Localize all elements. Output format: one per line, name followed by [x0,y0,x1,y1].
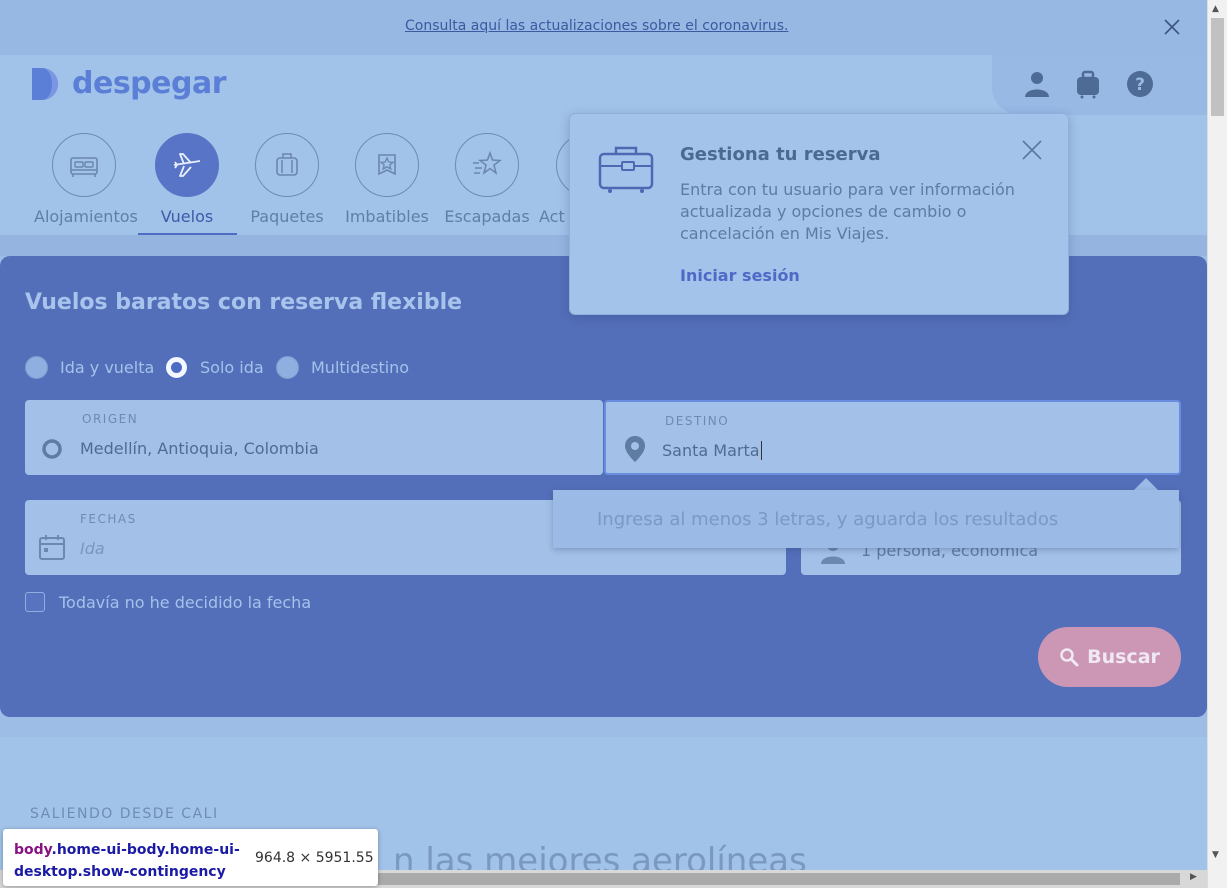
radio-multidestino[interactable]: Multidestino [276,355,409,379]
undecided-date-checkbox[interactable]: Todavía no he decidido la fecha [25,592,311,612]
nav-item-imbatibles[interactable]: Imbatibles [337,133,437,226]
destination-value: Santa Marta [662,441,762,460]
nav-item-actividades[interactable]: Act [530,133,570,226]
coronavirus-banner-link[interactable]: Consulta aquí las actualizaciones sobre … [405,18,788,34]
nav-label: Vuelos [160,207,214,226]
search-button-label: Buscar [1087,646,1160,668]
radio-label: Solo ida [200,357,264,377]
tooltip-dimensions: 964.8 × 5951.55 [255,850,374,866]
popover-text: Entra con tu usuario para ver informació… [680,180,1015,243]
radio-label: Ida y vuelta [60,357,155,377]
coronavirus-banner: Consulta aquí las actualizaciones sobre … [0,0,1207,55]
briefcase-icon [598,144,654,198]
search-button[interactable]: Buscar [1038,627,1181,687]
dates-placeholder: Ida [80,539,105,558]
header-icons: ? [992,55,1207,115]
origin-label: ORIGEN [82,412,139,426]
nav-label: Act [539,207,565,226]
scroll-right-icon[interactable]: ▶ [1190,872,1197,882]
suitcase-icon[interactable] [1073,69,1103,99]
radio-solo-ida[interactable]: Solo ida [165,355,264,379]
nav-circle [455,133,519,197]
radio-circle [165,355,188,379]
nav-item-alojamientos[interactable]: Alojamientos [34,133,138,226]
manage-booking-popover: Gestiona tu reserva Entra con tu usuario… [569,113,1069,315]
scrollbar-thumb[interactable] [1211,18,1224,116]
help-icon[interactable]: ? [1125,69,1155,99]
nav-label: Paquetes [250,207,324,226]
search-title: Vuelos baratos con reserva flexible [25,290,463,315]
user-icon[interactable] [1022,69,1052,99]
radio-circle [276,355,299,379]
nav-item-paquetes[interactable]: Paquetes [237,133,337,226]
vertical-scrollbar[interactable]: ▲ ▼ [1207,0,1227,888]
destination-suggestions: Ingresa al menos 3 letras, y aguarda los… [553,490,1179,548]
radio-circle [25,355,48,379]
dates-label: FECHAS [80,512,137,526]
popover-title: Gestiona tu reserva [680,144,881,165]
origin-field[interactable]: ORIGEN Medellín, Antioquia, Colombia [25,400,603,475]
destination-field[interactable]: DESTINO Santa Marta [604,400,1181,475]
search-icon [1060,648,1079,667]
radio-label: Multidestino [311,357,410,377]
origin-circle-icon [41,438,63,464]
calendar-icon [38,533,66,565]
search-panel: Vuelos baratos con reserva flexible [0,256,1207,717]
tooltip-selector: body.home-ui-body.home-ui-desktop.show-c… [14,839,254,883]
location-pin-icon [624,435,646,467]
svg-text:?: ? [1135,75,1145,95]
origin-value: Medellín, Antioquia, Colombia [80,439,319,458]
nav-label: Alojamientos [34,207,138,226]
nav-circle [556,133,570,197]
nav-label: Imbatibles [345,207,429,226]
nav-item-vuelos[interactable]: Vuelos [137,133,237,226]
destination-label: DESTINO [665,414,730,428]
checkbox-box [25,592,45,612]
radio-ida-y-vuelta[interactable]: Ida y vuelta [25,355,154,379]
nav-label: Escapadas [444,207,530,226]
devtools-inspect-tooltip: body.home-ui-body.home-ui-desktop.show-c… [3,829,378,886]
despegar-logo-icon [32,68,58,100]
nav-circle [355,133,419,197]
scroll-down-icon[interactable]: ▼ [1212,850,1219,860]
nav-circle [52,133,116,197]
plane-icon [173,153,201,177]
tooltip-tag: body [14,842,52,858]
logo-text: despegar [72,66,227,101]
close-icon[interactable] [1020,138,1044,162]
checkbox-label: Todavía no he decidido la fecha [59,592,312,612]
star-speed-icon [473,150,503,175]
section-label: SALIENDO DESDE CALI [30,806,219,822]
close-icon[interactable] [1162,17,1182,37]
scroll-up-icon[interactable]: ▲ [1212,4,1219,14]
logo[interactable]: despegar [30,67,227,101]
badge-star-icon [378,154,396,176]
nav-circle [155,133,219,197]
nav-item-escapadas[interactable]: Escapadas [437,133,537,226]
luggage-icon [276,153,298,176]
suggestion-hint: Ingresa al menos 3 letras, y aguarda los… [597,509,1059,530]
login-link[interactable]: Iniciar sesión [680,266,800,285]
scrollbar-thumb[interactable] [370,873,1180,885]
nav-circle [255,133,319,197]
bed-icon [70,157,98,177]
